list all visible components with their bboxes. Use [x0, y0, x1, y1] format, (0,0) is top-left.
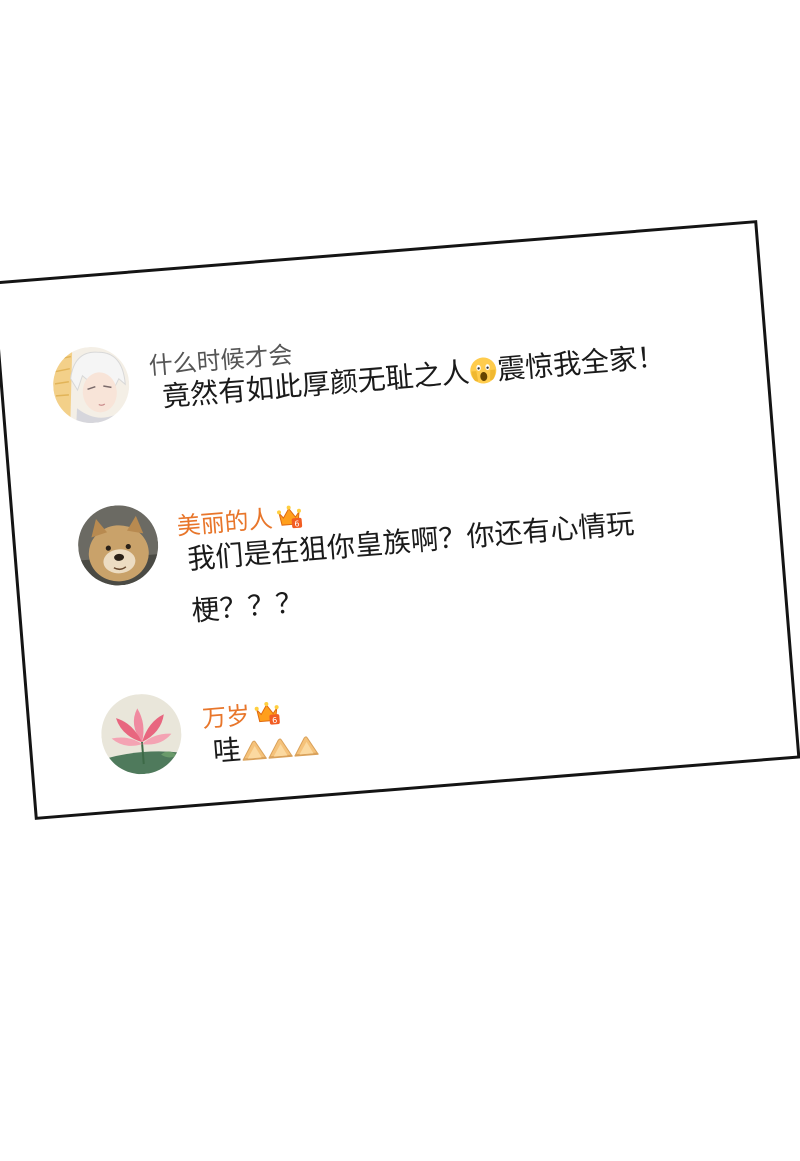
scream-face-emoji-icon	[468, 348, 500, 402]
clapping-hands-emoji-icon	[265, 724, 295, 778]
dog-photo-avatar-icon	[75, 502, 162, 589]
comment-text-part: 震惊我全家！	[495, 339, 667, 387]
avatar-lotus-painting[interactable]	[98, 691, 185, 778]
comments-card: 什么时候才会 竟然有如此厚颜无耻之人 震惊我全家！ 美丽的人 6 我们是在狙你皇族啊	[0, 220, 800, 820]
clapping-hands-emoji-group	[240, 727, 320, 766]
avatar-dog-photo[interactable]	[75, 502, 162, 589]
comment-text-part: 哇	[211, 733, 243, 769]
comment-text: 哇	[211, 718, 321, 782]
avatar-anime-character[interactable]	[50, 344, 133, 426]
anime-character-avatar-icon	[50, 344, 133, 426]
clapping-hands-emoji-icon	[291, 722, 321, 776]
lotus-painting-avatar-icon	[98, 691, 185, 778]
